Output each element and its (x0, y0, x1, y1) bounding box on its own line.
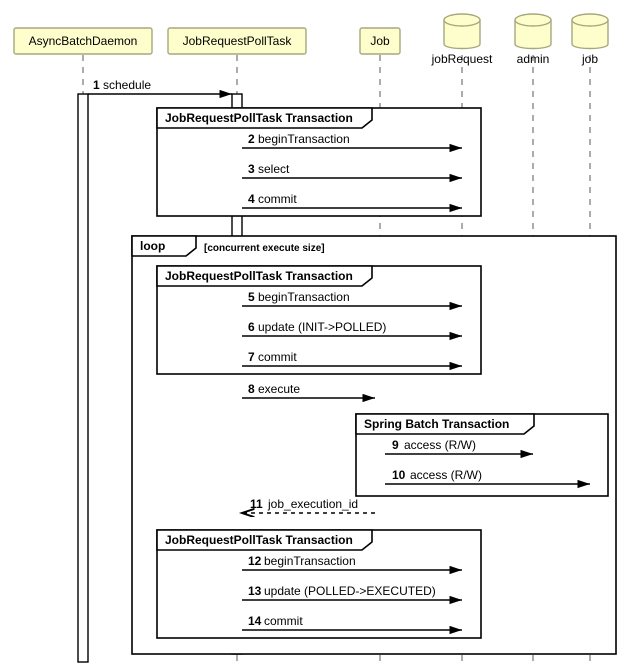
frame-trans1-title: JobRequestPollTask Transaction (165, 111, 353, 125)
msg-schedule-num: 1 (93, 78, 100, 92)
participant-job-label: Job (370, 34, 390, 48)
frame-trans2-title: JobRequestPollTask Transaction (165, 269, 353, 283)
participant-asyncbatchdaemon-label: AsyncBatchDaemon (29, 34, 138, 48)
msg-update1-num: 6 (248, 320, 255, 334)
db-admin-label: admin (517, 52, 550, 66)
msg-update1-label: update (INIT->POLLED) (258, 320, 386, 334)
msg-begin2-num: 5 (248, 290, 255, 304)
participant-jobrequestpolltask-label: JobRequestPollTask (183, 34, 293, 48)
msg-begin1-label: beginTransaction (258, 132, 350, 146)
msg-update2-label: update (POLLED->EXECUTED) (264, 584, 436, 598)
db-job: job (572, 14, 608, 66)
frame-loop-title: loop (140, 239, 165, 253)
msg-schedule-label: schedule (103, 78, 151, 92)
msg-begin3-num: 12 (248, 554, 262, 568)
db-jobrequest-label: jobRequest (431, 52, 493, 66)
msg-commit1-label: commit (258, 192, 297, 206)
msg-select-num: 3 (248, 162, 255, 176)
msg-begin3-label: beginTransaction (264, 554, 356, 568)
msg-access2-num: 10 (392, 468, 406, 482)
activation-asyncbatchdaemon (78, 94, 88, 662)
msg-update2-num: 13 (248, 584, 262, 598)
msg-commit3-label: commit (264, 614, 303, 628)
msg-execute-label: execute (258, 382, 300, 396)
msg-commit2-num: 7 (248, 350, 255, 364)
msg-commit1-num: 4 (248, 192, 255, 206)
msg-begin1-num: 2 (248, 132, 255, 146)
msg-select-label: select (258, 162, 290, 176)
db-jobrequest: jobRequest (431, 14, 493, 66)
msg-access1-label: access (R/W) (404, 438, 476, 452)
msg-access1-num: 9 (392, 438, 399, 452)
sequence-diagram: AsyncBatchDaemon JobRequestPollTask Job … (0, 0, 641, 669)
db-job-label: job (581, 52, 598, 66)
msg-return-num: 11 (250, 497, 263, 511)
frame-trans3-title: JobRequestPollTask Transaction (165, 533, 353, 547)
msg-begin2-label: beginTransaction (258, 290, 350, 304)
frame-loop-guard: [concurrent execute size] (204, 243, 325, 254)
frame-springbatch-title: Spring Batch Transaction (364, 417, 509, 431)
msg-commit2-label: commit (258, 350, 297, 364)
msg-commit3-num: 14 (248, 614, 262, 628)
msg-access2-label: access (R/W) (410, 468, 482, 482)
db-admin: admin (515, 14, 551, 66)
msg-return-label: job_execution_id (267, 497, 358, 511)
msg-execute-num: 8 (248, 382, 255, 396)
